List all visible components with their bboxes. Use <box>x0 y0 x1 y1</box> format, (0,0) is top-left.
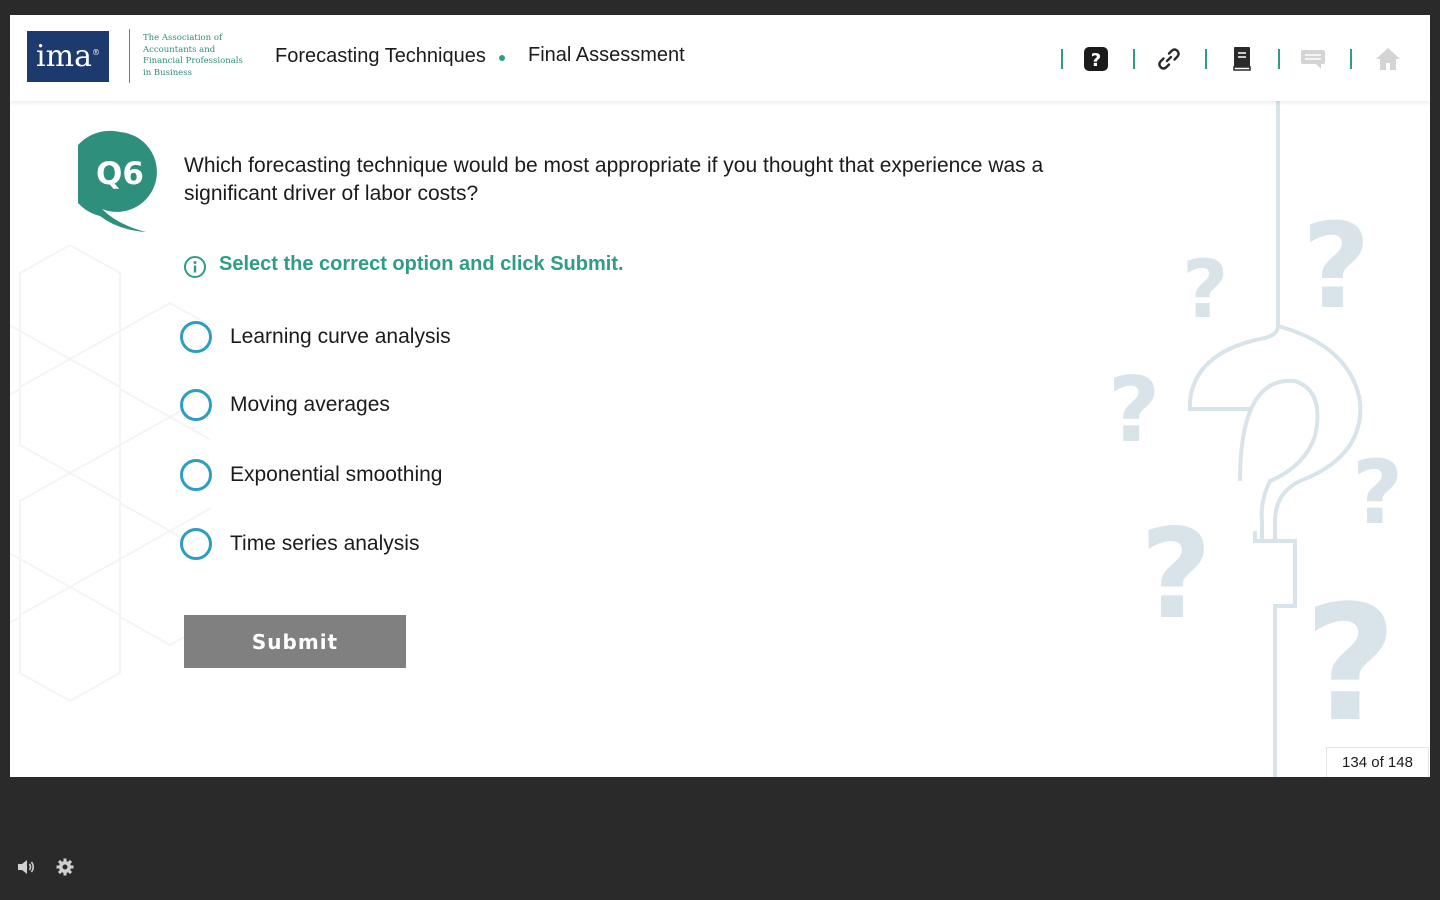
radio-button[interactable] <box>180 389 212 421</box>
question-number-badge: Q6 <box>78 130 157 232</box>
radio-button[interactable] <box>180 321 212 353</box>
svg-text:?: ? <box>1140 503 1212 647</box>
slide-stage: ? ? ? ? ? ? ima® The Association of Acco… <box>10 15 1430 777</box>
course-header: ima® The Association of Accountants and … <box>10 15 1430 101</box>
option-moving-averages[interactable]: Moving averages <box>180 385 390 425</box>
option-label: Moving averages <box>230 393 390 416</box>
toolbar-divider <box>1133 49 1135 69</box>
toolbar-divider <box>1350 49 1352 69</box>
option-label: Learning curve analysis <box>230 325 451 348</box>
question-text: Which forecasting technique would be mos… <box>184 154 1044 205</box>
book-icon[interactable] <box>1228 45 1256 73</box>
svg-text:?: ? <box>1182 243 1228 336</box>
svg-text:?: ? <box>1108 358 1160 463</box>
option-label: Time series analysis <box>230 532 420 555</box>
radio-button[interactable] <box>180 459 212 491</box>
toolbar-divider <box>1061 49 1063 69</box>
player-top-bar <box>0 0 1440 15</box>
comments-icon[interactable] <box>1299 45 1327 73</box>
instruction-text: Select the correct option and click Subm… <box>219 253 624 275</box>
info-icon <box>184 256 206 278</box>
svg-text:?: ? <box>1302 197 1370 335</box>
toolbar-divider <box>1205 49 1207 69</box>
svg-text:Q6: Q6 <box>96 156 144 192</box>
option-learning-curve-analysis[interactable]: Learning curve analysis <box>180 317 451 357</box>
section-title: Final Assessment <box>528 44 685 66</box>
title-separator-dot <box>499 55 505 61</box>
svg-text:?: ? <box>1091 50 1101 71</box>
link-icon[interactable] <box>1155 45 1183 73</box>
question-marks-decoration: ? ? ? ? ? ? <box>1108 101 1403 777</box>
volume-icon[interactable] <box>16 857 36 877</box>
svg-text:?: ? <box>1352 441 1403 544</box>
home-icon[interactable] <box>1374 45 1402 73</box>
settings-gear-icon[interactable] <box>55 857 75 877</box>
radio-button[interactable] <box>180 528 212 560</box>
option-label: Exponential smoothing <box>230 463 443 486</box>
svg-text:?: ? <box>1304 570 1397 757</box>
course-title: Forecasting Techniques <box>275 45 486 67</box>
page-counter: 134 of 148 <box>1326 747 1429 777</box>
organization-name: The Association of Accountants and Finan… <box>143 33 243 78</box>
submit-button[interactable]: Submit <box>184 615 406 668</box>
help-icon[interactable]: ? <box>1082 45 1110 73</box>
logo-divider <box>129 29 130 83</box>
ima-logo: ima® <box>27 31 109 82</box>
option-time-series-analysis[interactable]: Time series analysis <box>180 524 419 564</box>
toolbar-divider <box>1278 49 1280 69</box>
option-exponential-smoothing[interactable]: Exponential smoothing <box>180 455 442 495</box>
